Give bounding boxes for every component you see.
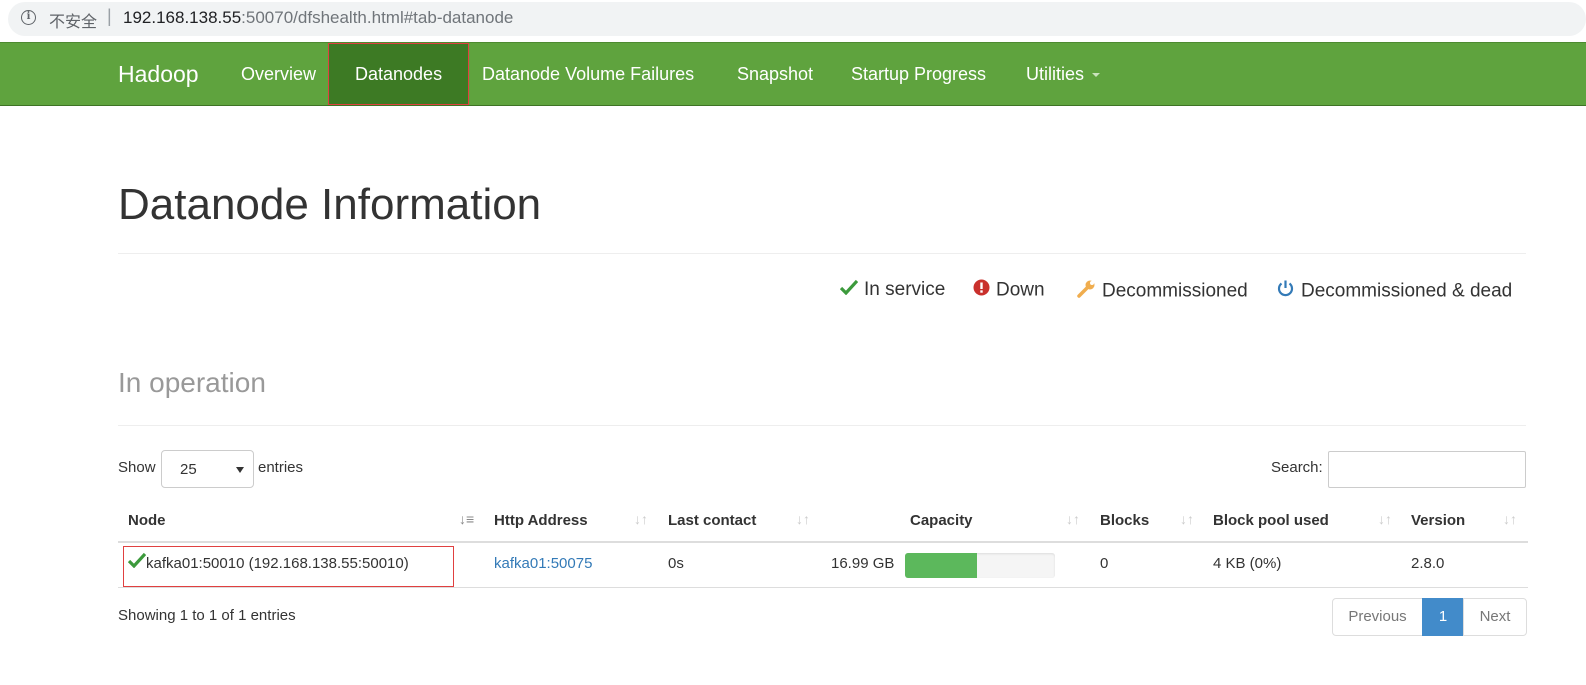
- sort-both-icon[interactable]: ↓↑: [1503, 511, 1517, 527]
- http-address-link[interactable]: kafka01:50075: [494, 555, 592, 572]
- nav-utilities[interactable]: Utilities: [1026, 43, 1101, 105]
- legend-label: In service: [864, 279, 946, 301]
- page-1-button[interactable]: 1: [1422, 598, 1464, 636]
- table-cell-capacity: 16.99 GB: [831, 555, 895, 572]
- column-header-blocks[interactable]: Blocks: [1100, 512, 1149, 529]
- table-row-divider: [118, 587, 1528, 588]
- url-text[interactable]: 192.168.138.55:50070/dfshealth.html#tab-…: [123, 8, 513, 28]
- info-icon[interactable]: i: [21, 10, 36, 25]
- legend-in-service: In service: [839, 279, 946, 303]
- entries-per-page-select[interactable]: 25: [161, 450, 254, 488]
- column-header-node[interactable]: Node: [128, 512, 166, 529]
- entries-per-page-value: 25: [180, 461, 197, 478]
- column-header-capacity[interactable]: Capacity: [910, 512, 973, 529]
- nav-overview[interactable]: Overview: [241, 43, 316, 105]
- legend-label: Decommissioned & dead: [1301, 280, 1513, 302]
- table-cell-blocks: 0: [1100, 555, 1109, 572]
- entries-label: entries: [258, 459, 304, 476]
- nav-utilities-label: Utilities: [1026, 64, 1085, 84]
- capacity-progress-bar: [905, 553, 1055, 578]
- column-header-http-address[interactable]: Http Address: [494, 512, 588, 529]
- navbar-brand[interactable]: Hadoop: [118, 61, 199, 88]
- exclamation-circle-icon: [973, 279, 990, 302]
- sort-both-icon[interactable]: ↓↑: [1180, 511, 1194, 527]
- legend-decommissioned: Decommissioned: [1077, 279, 1248, 303]
- sort-both-icon[interactable]: ↓↑: [634, 511, 648, 527]
- wrench-icon: [1077, 279, 1096, 304]
- next-button[interactable]: Next: [1463, 598, 1527, 636]
- table-cell-http-address[interactable]: kafka01:50075: [494, 555, 592, 572]
- column-header-block-pool-used[interactable]: Block pool used: [1213, 512, 1329, 529]
- sort-both-icon[interactable]: ↓↑: [1066, 511, 1080, 527]
- divider: [118, 253, 1526, 254]
- nav-snapshot[interactable]: Snapshot: [737, 43, 813, 105]
- column-header-last-contact[interactable]: Last contact: [668, 512, 756, 529]
- search-label: Search:: [1271, 459, 1323, 476]
- dropdown-arrow-icon: [236, 467, 244, 473]
- table-cell-node: kafka01:50010 (192.168.138.55:50010): [146, 555, 409, 572]
- show-label: Show: [118, 459, 156, 476]
- browser-address-bar: i 不安全 | 192.168.138.55:50070/dfshealth.h…: [0, 0, 1586, 40]
- column-header-version[interactable]: Version: [1411, 512, 1465, 529]
- table-cell-block-pool-used: 4 KB (0%): [1213, 555, 1282, 572]
- legend-label: Down: [996, 279, 1045, 301]
- search-input[interactable]: [1328, 451, 1526, 488]
- nav-startup-progress[interactable]: Startup Progress: [851, 43, 986, 105]
- legend-decommissioned-dead: Decommissioned & dead: [1276, 279, 1512, 303]
- legend-down: Down: [973, 279, 1045, 303]
- previous-button[interactable]: Previous: [1332, 598, 1423, 636]
- table-header-divider: [118, 541, 1528, 543]
- table-info: Showing 1 to 1 of 1 entries: [118, 607, 296, 624]
- url-host: 192.168.138.55: [123, 8, 242, 27]
- nav-datanode-volume-failures[interactable]: Datanode Volume Failures: [482, 43, 694, 105]
- sort-both-icon[interactable]: ↓↑: [796, 511, 810, 527]
- url-path: :50070/dfshealth.html#tab-datanode: [241, 8, 514, 27]
- security-label[interactable]: 不安全: [49, 8, 97, 32]
- caret-down-icon: [1092, 73, 1101, 78]
- section-title: In operation: [118, 367, 266, 398]
- sort-ascending-icon[interactable]: ↓≡: [459, 511, 474, 527]
- divider: [118, 425, 1526, 426]
- capacity-used-fill: [905, 553, 977, 578]
- legend-label: Decommissioned: [1102, 280, 1248, 302]
- table-cell-last-contact: 0s: [668, 555, 684, 572]
- page-title: Datanode Information: [118, 180, 542, 229]
- top-navbar: Hadoop Overview Datanodes Datanode Volum…: [0, 42, 1586, 106]
- table-cell-version: 2.8.0: [1411, 555, 1445, 572]
- checkmark-icon: [127, 552, 147, 572]
- url-separator: |: [107, 6, 112, 26]
- power-icon: [1276, 279, 1295, 304]
- sort-both-icon[interactable]: ↓↑: [1378, 511, 1392, 527]
- checkmark-icon: [839, 279, 859, 301]
- nav-datanodes[interactable]: Datanodes: [328, 43, 470, 105]
